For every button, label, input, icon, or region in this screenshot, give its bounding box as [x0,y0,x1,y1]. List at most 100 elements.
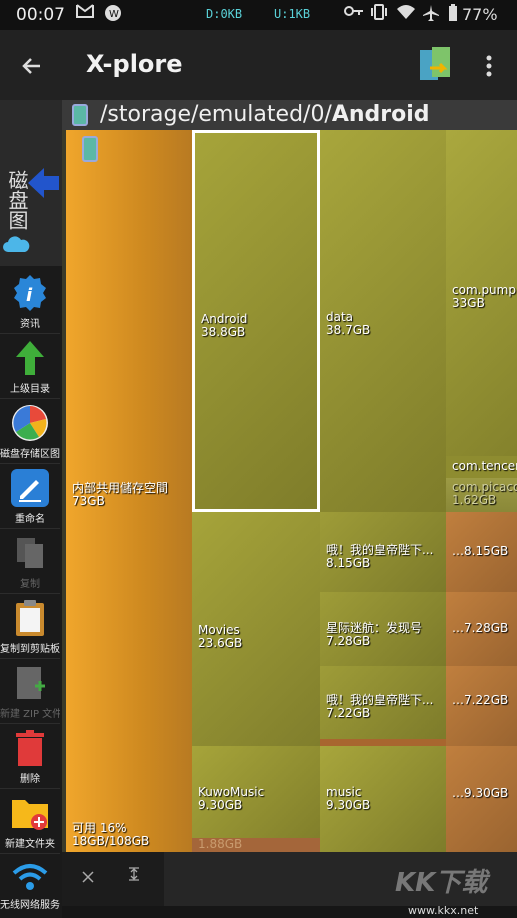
upload-speed: U:1KB [274,7,311,21]
com-tencen-name: com.tencen [452,459,517,473]
clock: 00:07 [16,5,65,25]
wifi-server-button[interactable]: 无线网络服务 [0,855,60,918]
file-1-size: 8.15GB [464,544,509,558]
new-folder-label: 新建文件夹 [5,839,55,850]
cloud-icon[interactable] [2,234,30,258]
svg-text:i: i [26,285,33,306]
data-name: data [326,310,354,324]
battery-icon [448,4,458,26]
path-current-folder: Android [331,102,430,127]
wifi-icon [396,4,416,24]
wifi-server-icon [11,859,49,897]
movies-name: Movies [198,623,240,637]
file-2-name: … [452,621,464,635]
file-1-name: … [452,544,464,558]
vibrate-icon [370,4,388,24]
zip-icon [11,664,49,702]
close-icon[interactable] [82,868,94,887]
treemap-block-com-picaco[interactable]: com.picaco 1.62GB [446,478,517,512]
treemap-block-file-4[interactable]: …9.30GB [446,746,517,852]
new-zip-button[interactable]: 新建 ZIP 文件 [0,660,60,724]
treemap-block-music[interactable]: music 9.30GB [320,746,446,852]
kuwomusic-name: KuwoMusic [198,785,265,799]
wifi-server-label: 无线网络服务 [0,900,60,911]
small-files-strip [320,739,446,746]
watermark-url: www.kkx.net [408,904,479,917]
treemap-block-com-pumpk[interactable]: com.pumpk 33GB [446,130,517,456]
video-3-name: 哦！我的皇帝陛下... [326,693,434,707]
video-2-name: 星际迷航：发现号 [326,621,423,635]
path-prefix: /storage/emulated/0/ [100,102,332,127]
android-size: 38.8GB [201,325,246,339]
treemap-block-file-3[interactable]: …7.22GB [446,666,517,746]
expand-icon[interactable] [128,866,140,885]
data-size: 38.7GB [326,323,371,337]
back-arrow-icon[interactable] [14,48,50,84]
disk-treemap[interactable]: 内部共用儲存空間 73GB 可用 16% 18GB/108GB Android 38.… [62,130,517,852]
battery-level: 77% [462,5,498,24]
parent-dir-button[interactable]: 上级目录 [0,335,60,399]
file-4-size: 9.30GB [464,786,509,800]
file-4-name: … [452,786,464,800]
treemap-block-internal-storage[interactable]: 内部共用儲存空間 73GB 可用 16% 18GB/108GB [66,130,192,852]
clipboard-icon [11,599,49,637]
movies-size: 23.6GB [198,636,243,650]
new-zip-label: 新建 ZIP 文件 [0,709,60,720]
treemap-block-file-1[interactable]: …8.15GB [446,512,517,592]
path-bar[interactable]: /storage/emulated/0/Android [62,100,517,130]
treemap-block-small[interactable]: 1.88GB [192,838,320,852]
copy-clipboard-button[interactable]: 复制到剪贴板 [0,595,60,659]
internal-storage-name: 内部共用儲存空間 [72,481,169,495]
treemap-block-file-2[interactable]: …7.28GB [446,592,517,666]
sidebar: 磁盘图 i 资讯 上级目录 磁盘存储区图 重命名 复制 复制到剪贴板 新建 ZI… [0,100,62,918]
xplore-screen: 00:07 W D:0KB U:1KB 77% X-plore 磁盘图 i 资讯… [0,0,517,918]
switch-panes-icon[interactable] [418,46,452,84]
gmail-icon [76,4,94,22]
video-1-size: 8.15GB [326,556,371,570]
com-pumpk-name: com.pumpk [452,283,517,297]
rename-icon [11,469,49,507]
parent-dir-label: 上级目录 [10,384,50,395]
disk-map-tool-label: 磁盘存储区图 [0,449,60,460]
video-2-size: 7.28GB [326,634,371,648]
new-folder-button[interactable]: 新建文件夹 [0,790,60,854]
video-1-name: 哦！我的皇帝陛下... [326,543,434,557]
rename-button[interactable]: 重命名 [0,465,60,529]
treemap-block-video-1[interactable]: 哦！我的皇帝陛下... 8.15GB [320,512,446,592]
delete-label: 删除 [20,774,40,785]
phone-storage-icon [82,136,98,162]
up-arrow-icon [11,339,49,377]
new-folder-icon [11,794,49,832]
music-name: music [326,785,362,799]
com-picaco-name: com.picaco [452,480,517,494]
more-vert-icon[interactable] [478,48,500,84]
weather-icon: W [104,4,122,26]
status-bar: 00:07 W D:0KB U:1KB 77% [0,0,517,30]
copy-button[interactable]: 复制 [0,530,60,594]
small-block-size: 1.88GB [198,837,243,851]
info-button[interactable]: i 资讯 [0,270,60,334]
disk-map-tab[interactable]: 磁盘图 [0,100,62,266]
disk-map-button[interactable]: 磁盘存储区图 [0,400,60,464]
internal-storage-size: 73GB [72,494,105,508]
file-3-size: 7.22GB [464,693,509,707]
download-speed: D:0KB [206,7,243,21]
treemap-block-video-2[interactable]: 星际迷航：发现号 7.28GB [320,592,446,666]
info-icon: i [11,274,49,312]
copy-clipboard-label: 复制到剪贴板 [0,644,60,655]
treemap-block-video-3[interactable]: 哦！我的皇帝陛下... 7.22GB [320,666,446,746]
treemap-block-com-tencen[interactable]: com.tencen [446,456,517,478]
file-3-name: … [452,693,464,707]
info-label: 资讯 [20,319,40,330]
treemap-block-android[interactable]: Android 38.8GB [192,130,320,512]
treemap-block-kuwomusic[interactable]: KuwoMusic 9.30GB 1.88GB [192,746,320,852]
kuwomusic-size: 9.30GB [198,798,243,812]
free-space-name: 可用 16% [72,821,127,835]
treemap-block-movies[interactable]: Movies 23.6GB [192,512,320,746]
video-3-size: 7.22GB [326,706,371,720]
app-bar: X-plore [0,30,517,100]
rename-label: 重命名 [15,514,45,525]
delete-button[interactable]: 删除 [0,725,60,789]
treemap-block-data[interactable]: data 38.7GB [320,130,446,512]
file-2-size: 7.28GB [464,621,509,635]
